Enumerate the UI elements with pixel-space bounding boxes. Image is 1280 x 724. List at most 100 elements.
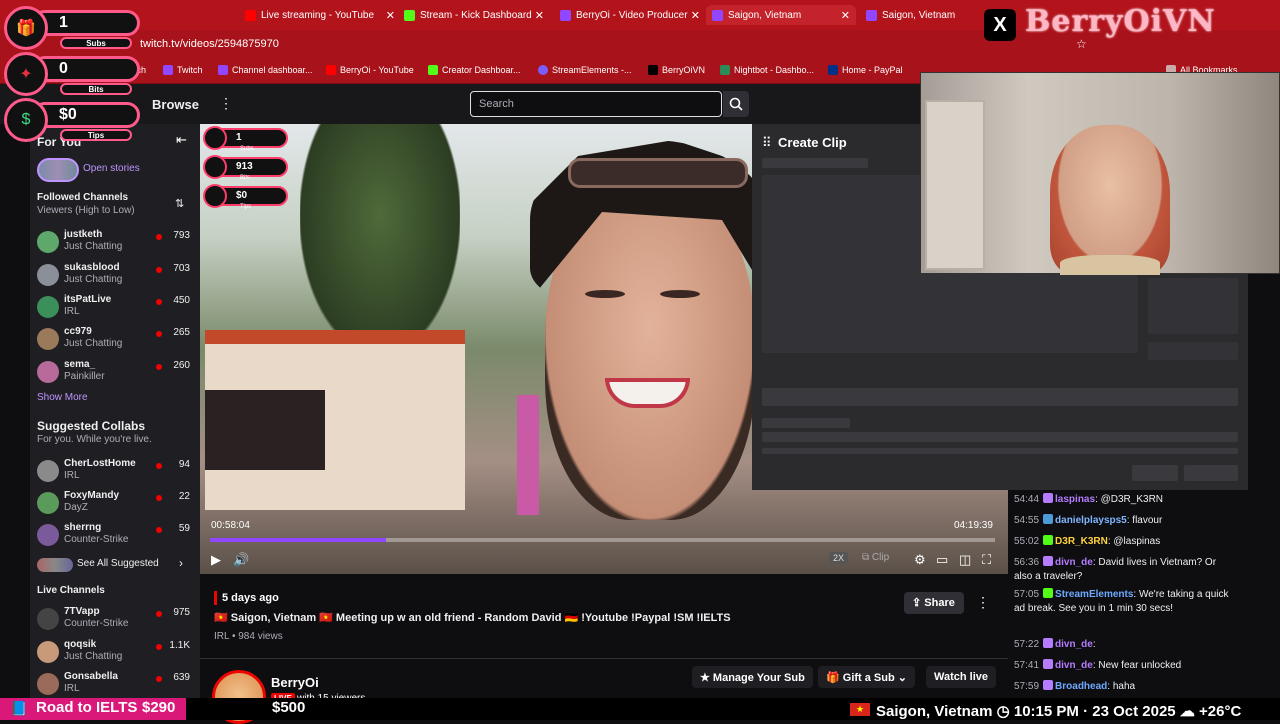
browser-tab-active[interactable]: Saigon, Vietnam ✕ xyxy=(706,5,856,25)
sort-icon[interactable]: ⇅ xyxy=(175,197,184,210)
live-dot xyxy=(156,676,162,682)
close-tab-icon[interactable]: ✕ xyxy=(535,9,544,22)
bookmark[interactable]: Twitch xyxy=(163,65,203,75)
followed-channel[interactable]: justketh Just Chatting 793 xyxy=(37,229,192,259)
avatar xyxy=(37,641,59,663)
chat-message: 57:05 StreamElements: We're taking a quic… xyxy=(1014,588,1229,614)
video-scene-pole xyxy=(517,395,539,515)
chat-message: 54:44 laspinas: @D3R_K3RN xyxy=(1014,493,1164,505)
share-icon: ⇪ xyxy=(912,597,925,609)
posted-time: 5 days ago xyxy=(222,592,279,604)
live-dot xyxy=(156,644,162,650)
theatre-mode-icon[interactable]: ▭ xyxy=(936,552,948,568)
chat-message: 57:59 Broadhead: haha xyxy=(1014,680,1136,692)
avatar xyxy=(37,361,59,383)
followed-sort-label: Viewers (High to Low) xyxy=(37,205,135,216)
bookmark[interactable]: StreamElements -... xyxy=(538,65,632,75)
avatar xyxy=(37,608,59,630)
chat-message: 55:02 D3R_K3RN: @laspinas xyxy=(1014,535,1161,547)
bookmark[interactable]: BerryOiVN xyxy=(648,65,705,75)
share-button[interactable]: ⇪ Share xyxy=(904,592,964,614)
tiktok-icon xyxy=(648,65,658,75)
volume-icon[interactable]: 🔊 xyxy=(233,552,249,568)
browser-tab[interactable]: Live streaming - YouTube ✕ xyxy=(245,5,395,25)
clip-button[interactable]: ⧉ Clip xyxy=(862,552,889,563)
divider xyxy=(200,658,1008,659)
chevron-right-icon[interactable]: › xyxy=(179,556,183,570)
chat-message: 57:22 divn_de: xyxy=(1014,638,1096,650)
close-tab-icon[interactable]: ✕ xyxy=(691,9,700,22)
bits-icon xyxy=(203,155,227,179)
webcam-streamer xyxy=(1050,125,1170,275)
twitch-icon xyxy=(163,65,173,75)
bookmark[interactable]: Creator Dashboar... xyxy=(428,65,521,75)
play-icon[interactable]: ▶ xyxy=(211,552,221,568)
fullscreen-icon[interactable]: ⛶ xyxy=(982,552,991,568)
kick-icon xyxy=(428,65,438,75)
kick-icon xyxy=(404,9,415,21)
followed-channel[interactable]: sema_ Painkiller 260 xyxy=(37,359,192,389)
chevron-down-icon: ⌄ xyxy=(894,672,907,684)
show-more-link[interactable]: Show More xyxy=(37,392,88,403)
watch-live-button[interactable]: Watch live xyxy=(926,666,996,688)
see-all-suggested-link[interactable]: See All Suggested xyxy=(77,558,159,569)
url-field[interactable]: twitch.tv/videos/2594875970 xyxy=(140,38,279,50)
live-channel[interactable]: Gonsabella IRL 639 xyxy=(37,671,192,701)
live-channel[interactable]: 7TVapp Counter-Strike 975 xyxy=(37,606,192,636)
twitch-icon xyxy=(866,9,877,21)
avatar xyxy=(37,524,59,546)
browser-tab[interactable]: Saigon, Vietnam xyxy=(866,5,976,25)
collapse-sidebar-icon[interactable]: ⇤ xyxy=(176,132,187,148)
more-menu-icon[interactable]: ⋮ xyxy=(219,95,233,112)
avatar xyxy=(37,673,59,695)
settings-gear-icon[interactable]: ⚙ xyxy=(914,552,926,568)
live-channel[interactable]: qoqsik Just Chatting 1.1K xyxy=(37,639,192,669)
live-dot xyxy=(156,495,162,501)
suggested-avatars xyxy=(37,558,73,572)
gift-sub-button[interactable]: 🎁 Gift a Sub ⌄ xyxy=(818,666,915,688)
bookmark-star-icon[interactable]: ☆ xyxy=(1076,37,1087,51)
youtube-icon xyxy=(245,9,256,21)
gift-icon xyxy=(203,126,227,150)
playback-speed-button[interactable]: 2X xyxy=(829,552,849,564)
browser-tab[interactable]: Stream - Kick Dashboard ✕ xyxy=(404,5,544,25)
badge-icon xyxy=(1043,588,1054,598)
stories-avatars[interactable] xyxy=(37,158,79,182)
loading-skeleton xyxy=(762,418,850,428)
bookmark[interactable]: BerryOi - YouTube xyxy=(326,65,414,75)
loading-skeleton xyxy=(762,448,1238,454)
close-tab-icon[interactable]: ✕ xyxy=(841,9,850,22)
drag-handle-icon[interactable]: ⠿ xyxy=(762,135,772,151)
bookmark[interactable]: Channel dashboar... xyxy=(218,65,313,75)
followed-channel[interactable]: itsPatLive IRL 450 xyxy=(37,294,192,324)
video-title: 🇻🇳 Saigon, Vietnam 🇻🇳 Meeting up w an ol… xyxy=(214,612,731,624)
browser-tab[interactable]: BerryOi - Video Producer ✕ xyxy=(560,5,700,25)
nightbot-icon xyxy=(720,65,730,75)
total-time: 04:19:39 xyxy=(954,520,993,531)
suggested-channel[interactable]: CherLostHome IRL 94 xyxy=(37,458,192,488)
close-tab-icon[interactable]: ✕ xyxy=(386,9,395,22)
location-clock: Saigon, Vietnam ◷ 10:15 PM · 23 Oct 2025… xyxy=(876,703,1242,720)
bookmark[interactable]: Nightbot - Dashbo... xyxy=(720,65,814,75)
search-icon xyxy=(729,97,743,111)
picture-in-picture-icon[interactable]: ◫ xyxy=(959,552,971,568)
followed-channel[interactable]: cc979 Just Chatting 265 xyxy=(37,326,192,356)
live-channels-heading: Live Channels xyxy=(37,585,105,596)
live-dot xyxy=(156,299,162,305)
more-options-icon[interactable]: ⋮ xyxy=(976,594,990,611)
bookmark[interactable]: Home - PayPal xyxy=(828,65,903,75)
suggested-channel[interactable]: sherrng Counter-Strike 59 xyxy=(37,522,192,552)
twitch-icon xyxy=(218,65,228,75)
followed-channel[interactable]: sukasblood Just Chatting 703 xyxy=(37,262,192,292)
open-stories-link[interactable]: Open stories xyxy=(83,163,140,174)
channel-name[interactable]: BerryOi xyxy=(271,675,319,690)
search-input[interactable]: Search xyxy=(470,91,722,117)
search-button[interactable] xyxy=(723,91,749,117)
suggested-channel[interactable]: FoxyMandy DayZ 22 xyxy=(37,490,192,520)
sunglasses xyxy=(568,158,748,188)
live-dot xyxy=(156,611,162,617)
manage-sub-button[interactable]: ★ Manage Your Sub xyxy=(692,666,813,688)
chat-message: 57:41 divn_de: New fear unlocked xyxy=(1014,659,1182,671)
browse-link[interactable]: Browse xyxy=(152,97,199,112)
video-bits-label: Bits xyxy=(240,175,251,181)
